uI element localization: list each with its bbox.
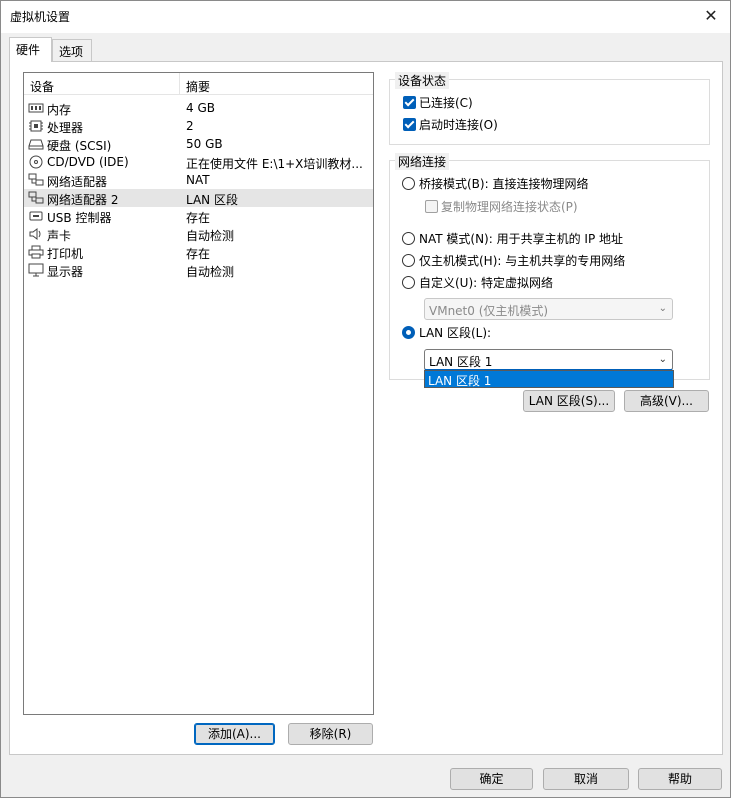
network-connection-group [389,160,710,380]
device-summary: 50 GB [186,137,223,151]
add-device-button[interactable]: 添加(A)... [194,723,275,745]
device-summary: 存在 [186,211,211,225]
lan-segment-value: LAN 区段 1 [429,355,493,369]
column-header-device[interactable]: 设备 [30,78,54,95]
device-row-processor[interactable]: 处理器 2 [24,117,373,135]
nat-label[interactable]: NAT 模式(N): 用于共享主机的 IP 地址 [419,230,623,247]
device-row-hard-disk[interactable]: 硬盘 (SCSI) 50 GB [24,135,373,153]
connected-checkbox[interactable] [403,96,416,109]
tab-hardware[interactable]: 硬件 [9,37,52,62]
custom-network-select[interactable]: VMnet0 (仅主机模式) ⌄ [424,298,673,320]
window-title: 虚拟机设置 [10,10,71,24]
remove-device-button[interactable]: 移除(R) [288,723,373,745]
device-summary: 2 [186,119,194,133]
column-divider[interactable] [179,73,180,95]
chevron-down-icon: ⌄ [658,354,667,365]
network-adapter-icon [28,191,44,204]
lan-segments-button[interactable]: LAN 区段(S)... [523,390,615,412]
device-list-header: 设备 摘要 [24,73,373,95]
device-summary: 自动检测 [186,265,235,279]
network-adapter-icon [28,173,44,186]
memory-icon [28,103,44,113]
tab-options-label: 选项 [59,45,84,59]
lan-segment-option-label: LAN 区段 1 [428,374,492,388]
network-connection-title: 网络连接 [395,153,450,170]
nat-radio[interactable] [402,232,415,245]
device-name: CD/DVD (IDE) [47,155,129,169]
custom-radio[interactable] [402,276,415,289]
tab-options[interactable]: 选项 [52,39,92,62]
connect-at-power-on-checkbox[interactable] [403,118,416,131]
printer-icon [28,245,44,259]
cancel-button[interactable]: 取消 [543,768,629,790]
device-name: 声卡 [47,229,72,243]
ok-button[interactable]: 确定 [450,768,533,790]
device-row-printer[interactable]: 打印机 存在 [24,243,373,261]
device-row-sound-card[interactable]: 声卡 自动检测 [24,225,373,243]
cpu-icon [29,120,43,132]
connect-at-power-on-label[interactable]: 启动时连接(O) [419,116,498,133]
lan-segment-select[interactable]: LAN 区段 1 ⌄ [424,349,673,371]
device-summary: 存在 [186,247,211,261]
cd-dvd-icon [29,155,43,169]
custom-network-value: VMnet0 (仅主机模式) [429,304,549,318]
tab-hardware-label: 硬件 [16,43,41,57]
vm-settings-window: 虚拟机设置 ✕ 硬件 选项 设备 摘要 内存 4 GB 处理器 2 硬盘 (SC… [0,0,731,798]
chevron-down-icon: ⌄ [658,303,667,314]
host-only-label[interactable]: 仅主机模式(H): 与主机共享的专用网络 [419,252,625,269]
device-row-display[interactable]: 显示器 自动检测 [24,261,373,279]
hard-disk-icon [28,139,44,150]
usb-controller-icon [29,211,43,221]
connected-label[interactable]: 已连接(C) [419,94,473,111]
replicate-state-label[interactable]: 复制物理网络连接状态(P) [441,198,578,215]
column-header-summary[interactable]: 摘要 [186,78,210,95]
close-icon[interactable]: ✕ [700,5,722,27]
title-bar: 虚拟机设置 ✕ [1,1,730,33]
device-list[interactable]: 设备 摘要 内存 4 GB 处理器 2 硬盘 (SCSI) 50 GB CD/D… [23,72,374,715]
device-row-network-adapter[interactable]: 网络适配器 NAT [24,171,373,189]
device-row-usb-controller[interactable]: USB 控制器 存在 [24,207,373,225]
lan-segment-radio[interactable] [402,326,415,339]
device-summary: LAN 区段 [186,193,238,207]
bridged-radio[interactable] [402,177,415,190]
device-summary: 正在使用文件 E:\1+X培训教材... [186,157,363,171]
help-button[interactable]: 帮助 [638,768,722,790]
device-row-network-adapter-2[interactable]: 网络适配器 2 LAN 区段 [24,189,373,207]
device-summary: 自动检测 [186,229,235,243]
custom-label[interactable]: 自定义(U): 特定虚拟网络 [419,274,553,291]
device-summary: 4 GB [186,101,215,115]
device-name: 内存 [47,103,72,117]
bridged-label[interactable]: 桥接模式(B): 直接连接物理网络 [419,175,588,192]
device-row-cd-dvd[interactable]: CD/DVD (IDE) 正在使用文件 E:\1+X培训教材... [24,153,373,171]
device-name: 网络适配器 [47,175,108,189]
device-name: 硬盘 (SCSI) [47,139,112,153]
device-name: 网络适配器 2 [47,193,119,207]
lan-segment-dropdown-option[interactable]: LAN 区段 1 [424,370,674,388]
device-name: 显示器 [47,265,84,279]
replicate-state-checkbox[interactable] [425,200,438,213]
device-status-title: 设备状态 [395,72,450,89]
advanced-button[interactable]: 高级(V)... [624,390,709,412]
device-row-memory[interactable]: 内存 4 GB [24,99,373,117]
device-name: 处理器 [47,121,84,135]
display-icon [28,263,44,277]
lan-segment-label[interactable]: LAN 区段(L): [419,324,491,341]
sound-card-icon [29,228,41,240]
device-summary: NAT [186,173,210,187]
device-name: USB 控制器 [47,211,112,225]
host-only-radio[interactable] [402,254,415,267]
device-name: 打印机 [47,247,84,261]
